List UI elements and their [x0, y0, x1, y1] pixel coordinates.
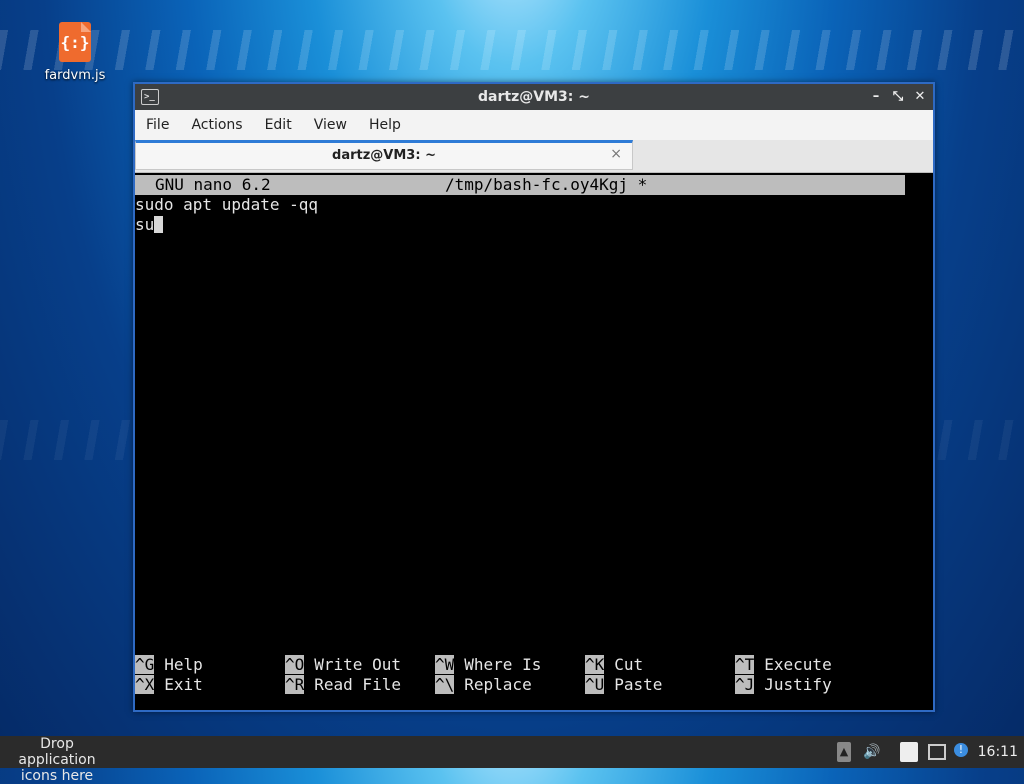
window-title: dartz@VM3: ~: [478, 89, 590, 105]
shortcut-execute: ^T Execute: [735, 655, 832, 675]
terminal-window: >_ dartz@VM3: ~ – ⤡ ✕ File Actions Edit …: [133, 82, 935, 712]
shortcut-exit: ^X Exit: [135, 675, 203, 695]
quicklaunch-drop-area: Drop application icons here: [0, 736, 114, 784]
terminal-area[interactable]: GNU nano 6.2 /tmp/bash-fc.oy4Kgj * sudo …: [135, 173, 933, 710]
tab-bar: dartz@VM3: ~ ×: [135, 140, 933, 173]
shortcut-label: Cut: [614, 655, 644, 674]
editor-line-2: su: [135, 215, 164, 235]
shortcut-key: ^R: [285, 675, 305, 694]
shortcut-label: Justify: [764, 675, 832, 694]
maximize-button[interactable]: ⤡: [889, 88, 907, 106]
up-arrow-icon[interactable]: ▲: [837, 742, 851, 762]
shortcut-cut: ^K Cut: [585, 655, 643, 675]
shortcut-write-out: ^O Write Out: [285, 655, 401, 675]
nano-filename: /tmp/bash-fc.oy4Kgj *: [445, 175, 648, 194]
shortcut-key: ^J: [735, 675, 755, 694]
shortcut-key: ^W: [435, 655, 455, 674]
shortcut-key: ^U: [585, 675, 605, 694]
shortcut-replace: ^\ Replace: [435, 675, 532, 695]
menu-edit[interactable]: Edit: [254, 117, 303, 133]
shortcut-key: ^T: [735, 655, 755, 674]
shortcut-help: ^G Help: [135, 655, 203, 675]
shortcut-label: Execute: [764, 655, 832, 674]
menu-actions[interactable]: Actions: [180, 117, 253, 133]
shortcut-label: Read File: [314, 675, 401, 694]
editor-line-2-text: su: [135, 215, 155, 234]
editor-line-1: sudo apt update -qq: [135, 195, 319, 214]
text-cursor: [154, 216, 164, 233]
shortcut-key: ^G: [135, 655, 155, 674]
drop-text-line-2: icons here: [20, 768, 94, 784]
tab-close-icon[interactable]: ×: [610, 146, 622, 162]
shortcut-label: Exit: [164, 675, 203, 694]
nano-version: GNU nano 6.2: [155, 175, 271, 194]
taskbar: Drop application icons here ▲ 🔊 ! 16:11: [0, 736, 1024, 784]
network-icon[interactable]: [928, 744, 946, 760]
shortcut-paste: ^U Paste: [585, 675, 662, 695]
menu-help[interactable]: Help: [358, 117, 412, 133]
update-notifier-icon[interactable]: !: [954, 743, 968, 757]
shortcut-label: Replace: [464, 675, 532, 694]
clipboard-icon[interactable]: [900, 742, 918, 762]
shortcut-label: Paste: [614, 675, 663, 694]
shortcut-justify: ^J Justify: [735, 675, 832, 695]
shortcut-label: Help: [164, 655, 203, 674]
shortcut-read-file: ^R Read File: [285, 675, 401, 695]
shortcut-label: Write Out: [314, 655, 401, 674]
drop-text-line-1: Drop application: [18, 736, 96, 768]
minimize-button[interactable]: –: [867, 88, 885, 106]
desktop-icon-label: fardvm.js: [44, 68, 106, 83]
shortcut-key: ^\: [435, 675, 455, 694]
nano-header: GNU nano 6.2 /tmp/bash-fc.oy4Kgj *: [135, 175, 905, 195]
menu-view[interactable]: View: [303, 117, 358, 133]
volume-icon[interactable]: 🔊: [862, 742, 882, 762]
javascript-file-icon: {:}: [59, 22, 91, 62]
menu-file[interactable]: File: [135, 117, 180, 133]
tab-label: dartz@VM3: ~: [332, 148, 436, 163]
close-button[interactable]: ✕: [911, 88, 929, 106]
shortcut-where-is: ^W Where Is: [435, 655, 541, 675]
tab-terminal[interactable]: dartz@VM3: ~ ×: [135, 140, 633, 170]
shortcut-key: ^K: [585, 655, 605, 674]
shortcut-label: Where Is: [464, 655, 542, 674]
clock[interactable]: 16:11: [978, 742, 1018, 762]
shortcut-key: ^O: [285, 655, 305, 674]
window-titlebar[interactable]: >_ dartz@VM3: ~ – ⤡ ✕: [135, 84, 933, 110]
desktop-icon-fardvm[interactable]: {:} fardvm.js: [30, 20, 120, 83]
menubar: File Actions Edit View Help: [135, 110, 933, 140]
shortcut-key: ^X: [135, 675, 155, 694]
